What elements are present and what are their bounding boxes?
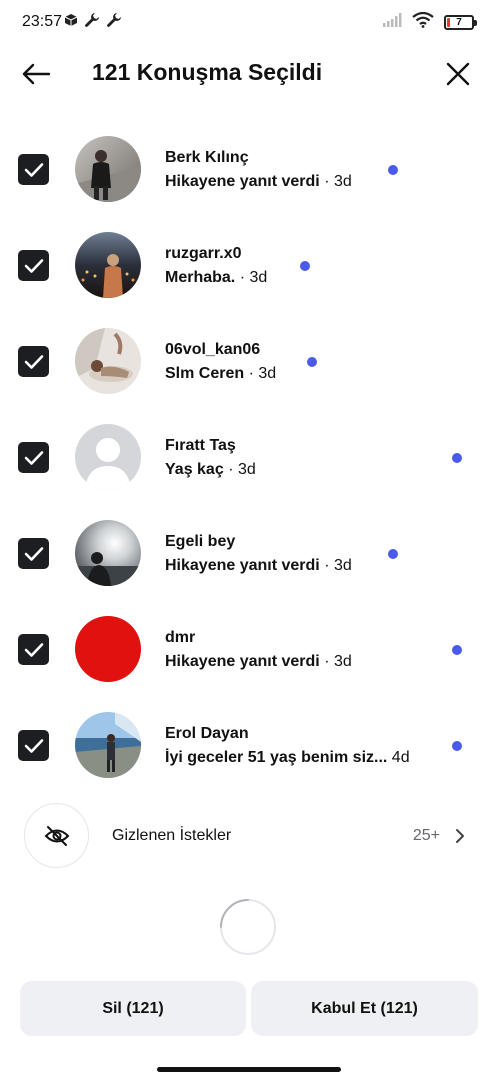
select-checkbox[interactable] bbox=[18, 538, 49, 569]
status-bar: 23:57 7 bbox=[0, 0, 498, 44]
message-time: 4d bbox=[391, 749, 410, 766]
unread-indicator bbox=[452, 453, 462, 463]
message-text: Hikayene yanıt verdi bbox=[165, 653, 320, 670]
conversation-list: Berk Kılınç Hikayene yanıt verdi · 3d ru… bbox=[0, 120, 498, 792]
select-checkbox[interactable] bbox=[18, 154, 49, 185]
avatar[interactable] bbox=[75, 328, 141, 394]
wifi-icon bbox=[412, 11, 434, 33]
conversation-name: ruzgarr.x0 bbox=[165, 245, 242, 262]
select-checkbox[interactable] bbox=[18, 346, 49, 377]
close-icon bbox=[446, 62, 470, 86]
status-time: 23:57 bbox=[22, 13, 63, 30]
conversation-preview: Hikayene yanıt verdi · 3d bbox=[165, 173, 352, 191]
status-right-icons: 7 bbox=[382, 11, 477, 33]
checkmark-icon bbox=[24, 738, 43, 753]
hidden-requests-row[interactable]: Gizlenen İstekler 25+ bbox=[0, 802, 498, 870]
message-text: Merhaba. bbox=[165, 269, 236, 286]
conversation-preview: Slm Ceren · 3d bbox=[165, 365, 276, 383]
select-checkbox[interactable] bbox=[18, 442, 49, 473]
hidden-requests-label: Gizlenen İstekler bbox=[112, 827, 232, 844]
checkmark-icon bbox=[24, 546, 43, 561]
delete-button[interactable]: Sil (121) bbox=[20, 981, 246, 1036]
hidden-requests-icon-wrap bbox=[24, 803, 89, 868]
battery-text: 7 bbox=[456, 16, 462, 28]
message-time: · 3d bbox=[324, 653, 352, 670]
avatar[interactable] bbox=[75, 616, 141, 682]
conversation-preview: Hikayene yanıt verdi · 3d bbox=[165, 557, 352, 575]
avatar[interactable] bbox=[75, 712, 141, 778]
unread-indicator bbox=[307, 357, 317, 367]
close-button[interactable] bbox=[440, 56, 476, 92]
conversation-row[interactable]: dmr Hikayene yanıt verdi · 3d bbox=[0, 600, 498, 696]
checkmark-icon bbox=[24, 354, 43, 369]
message-time: · 3d bbox=[324, 557, 352, 574]
message-time: · 3d bbox=[228, 461, 256, 478]
unread-indicator bbox=[388, 549, 398, 559]
message-text: Yaş kaç bbox=[165, 461, 224, 478]
conversation-preview: Hikayene yanıt verdi · 3d bbox=[165, 653, 352, 671]
conversation-name: Fıratt Taş bbox=[165, 437, 236, 454]
conversation-row[interactable]: Egeli bey Hikayene yanıt verdi · 3d bbox=[0, 504, 498, 600]
avatar[interactable] bbox=[75, 136, 141, 202]
conversation-preview: İyi geceler 51 yaş benim siz... 4d bbox=[165, 749, 410, 767]
checkmark-icon bbox=[24, 450, 43, 465]
unread-indicator bbox=[452, 741, 462, 751]
unread-indicator bbox=[452, 645, 462, 655]
conversation-preview: Merhaba. · 3d bbox=[165, 269, 267, 287]
wrench-icon bbox=[84, 12, 100, 33]
hidden-requests-count: 25+ bbox=[412, 827, 440, 844]
checkmark-icon bbox=[24, 258, 43, 273]
package-icon bbox=[64, 13, 78, 32]
chevron-right-icon bbox=[450, 824, 470, 848]
status-left-icons bbox=[64, 12, 122, 33]
avatar[interactable] bbox=[75, 520, 141, 586]
conversation-name: Egeli bey bbox=[165, 533, 236, 550]
select-checkbox[interactable] bbox=[18, 730, 49, 761]
message-text: İyi geceler 51 yaş benim siz... bbox=[165, 749, 388, 766]
message-text: Hikayene yanıt verdi bbox=[165, 173, 320, 190]
conversation-row[interactable]: Fıratt Taş Yaş kaç · 3d bbox=[0, 408, 498, 504]
header: 121 Konuşma Seçildi bbox=[0, 44, 498, 102]
home-indicator[interactable] bbox=[157, 1067, 341, 1072]
eye-off-icon bbox=[44, 825, 69, 846]
message-time: · 3d bbox=[248, 365, 277, 382]
battery-level bbox=[447, 18, 450, 27]
conversation-name: 06vol_kan06 bbox=[165, 341, 261, 358]
battery-icon: 7 bbox=[444, 15, 477, 30]
checkmark-icon bbox=[24, 162, 43, 177]
conversation-name: dmr bbox=[165, 629, 196, 646]
conversation-row[interactable]: Berk Kılınç Hikayene yanıt verdi · 3d bbox=[0, 120, 498, 216]
conversation-row[interactable]: Erol Dayan İyi geceler 51 yaş benim siz.… bbox=[0, 696, 498, 792]
default-avatar-icon bbox=[75, 424, 141, 490]
conversation-name: Erol Dayan bbox=[165, 725, 249, 742]
wrench-icon bbox=[106, 12, 122, 33]
conversation-row[interactable]: 06vol_kan06 Slm Ceren · 3d bbox=[0, 312, 498, 408]
select-checkbox[interactable] bbox=[18, 634, 49, 665]
page-title: 121 Konuşma Seçildi bbox=[92, 59, 323, 85]
conversation-row[interactable]: ruzgarr.x0 Merhaba. · 3d bbox=[0, 216, 498, 312]
unread-indicator bbox=[388, 165, 398, 175]
conversation-preview: Yaş kaç · 3d bbox=[165, 461, 256, 479]
avatar[interactable] bbox=[75, 232, 141, 298]
accept-button[interactable]: Kabul Et (121) bbox=[251, 981, 478, 1036]
conversation-name: Berk Kılınç bbox=[165, 149, 249, 166]
back-arrow-icon bbox=[22, 63, 51, 85]
message-time: · 3d bbox=[324, 173, 352, 190]
message-time: · 3d bbox=[239, 269, 268, 286]
loading-spinner bbox=[219, 898, 277, 956]
select-checkbox[interactable] bbox=[18, 250, 49, 281]
checkmark-icon bbox=[24, 642, 43, 657]
message-text: Hikayene yanıt verdi bbox=[165, 557, 320, 574]
signal-icon bbox=[382, 13, 402, 32]
back-button[interactable] bbox=[16, 56, 56, 92]
message-text: Slm Ceren bbox=[165, 365, 245, 382]
avatar-default[interactable] bbox=[75, 424, 141, 490]
unread-indicator bbox=[300, 261, 310, 271]
